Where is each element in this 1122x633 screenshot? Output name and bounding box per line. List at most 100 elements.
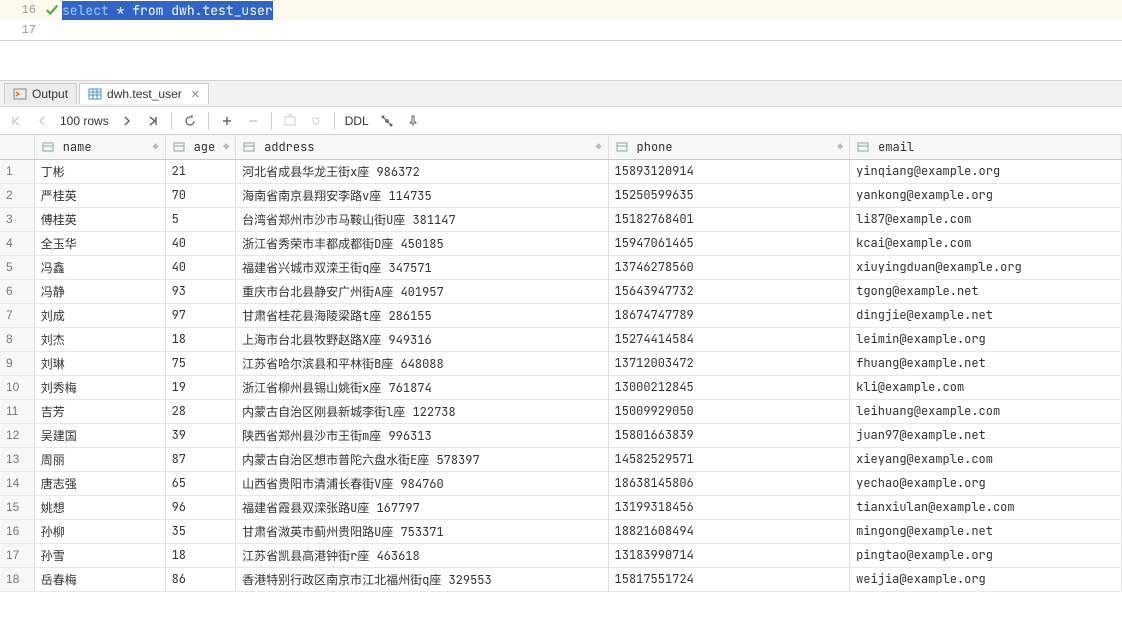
cell-email[interactable]: fhuang@example.net [850,351,1122,375]
cell-age[interactable]: 65 [165,471,235,495]
cell-phone[interactable]: 15801663839 [608,423,850,447]
table-row[interactable]: 18岳春梅86香港特别行政区南京市江北福州街q座 329553158175517… [0,567,1122,591]
cell-address[interactable]: 江苏省凯县高港钟街r座 463618 [236,543,608,567]
cell-email[interactable]: tianxiulan@example.com [850,495,1122,519]
cell-name[interactable]: 吴建国 [34,423,165,447]
cell-email[interactable]: leihuang@example.com [850,399,1122,423]
rows-count[interactable]: 100 rows [56,114,113,128]
prev-page-button[interactable] [30,110,54,132]
cell-address[interactable]: 重庆市台北县静安广州街A座 401957 [236,279,608,303]
cell-name[interactable]: 冯鑫 [34,255,165,279]
cell-age[interactable]: 28 [165,399,235,423]
first-page-button[interactable] [4,110,28,132]
table-row[interactable]: 2严桂英70海南省南京县翔安李路v座 11473515250599635yank… [0,183,1122,207]
cell-address[interactable]: 内蒙古自治区想市普陀六盘水街E座 578397 [236,447,608,471]
cell-email[interactable]: xieyang@example.com [850,447,1122,471]
column-header-email[interactable]: email [850,135,1122,159]
cell-address[interactable]: 浙江省柳州县锡山姚街x座 761874 [236,375,608,399]
tab-output[interactable]: Output [4,83,77,104]
cell-age[interactable]: 70 [165,183,235,207]
cell-age[interactable]: 93 [165,279,235,303]
cell-name[interactable]: 傅桂英 [34,207,165,231]
cell-email[interactable]: weijia@example.org [850,567,1122,591]
sql-editor[interactable]: 16 select * from dwh.test_user 17 [0,0,1122,41]
cell-email[interactable]: kli@example.com [850,375,1122,399]
cell-address[interactable]: 江苏省哈尔滨县和平林街B座 648088 [236,351,608,375]
cell-email[interactable]: tgong@example.net [850,279,1122,303]
cell-email[interactable]: leimin@example.org [850,327,1122,351]
cell-name[interactable]: 孙雪 [34,543,165,567]
cell-phone[interactable]: 14582529571 [608,447,850,471]
cell-name[interactable]: 孙柳 [34,519,165,543]
commit-button[interactable] [278,110,302,132]
table-row[interactable]: 16孙柳35甘肃省溦英市蓟州贵阳路U座 75337118821608494min… [0,519,1122,543]
cell-phone[interactable]: 15250599635 [608,183,850,207]
cell-age[interactable]: 18 [165,543,235,567]
cell-name[interactable]: 严桂英 [34,183,165,207]
cell-phone[interactable]: 15893120914 [608,159,850,183]
cell-age[interactable]: 40 [165,231,235,255]
cell-name[interactable]: 刘杰 [34,327,165,351]
cell-address[interactable]: 福建省兴城市双滦王街q座 347571 [236,255,608,279]
cell-phone[interactable]: 18638145806 [608,471,850,495]
column-header-age[interactable]: age◆ [165,135,235,159]
cell-email[interactable]: yankong@example.org [850,183,1122,207]
table-row[interactable]: 7刘成97甘肃省桂花县海陵梁路t座 28615518674747789dingj… [0,303,1122,327]
cell-address[interactable]: 河北省成县华龙王街x座 986372 [236,159,608,183]
column-header-name[interactable]: name◆ [34,135,165,159]
cell-name[interactable]: 吉芳 [34,399,165,423]
cell-name[interactable]: 全玉华 [34,231,165,255]
cell-age[interactable]: 39 [165,423,235,447]
table-row[interactable]: 10刘秀梅19浙江省柳州县锡山姚街x座 76187413000212845kli… [0,375,1122,399]
table-row[interactable]: 14唐志强65山西省贵阳市清浦长春街V座 98476018638145806ye… [0,471,1122,495]
rollback-button[interactable] [304,110,328,132]
cell-age[interactable]: 86 [165,567,235,591]
pin-button[interactable] [401,110,425,132]
close-icon[interactable]: ✕ [191,88,200,101]
cell-phone[interactable]: 13746278560 [608,255,850,279]
table-row[interactable]: 1丁彬21河北省成县华龙王街x座 98637215893120914yinqia… [0,159,1122,183]
cell-email[interactable]: pingtao@example.org [850,543,1122,567]
cell-phone[interactable]: 15274414584 [608,327,850,351]
cell-email[interactable]: yinqiang@example.org [850,159,1122,183]
cell-phone[interactable]: 18821608494 [608,519,850,543]
table-row[interactable]: 8刘杰18上海市台北县牧野赵路X座 94931615274414584leimi… [0,327,1122,351]
cell-address[interactable]: 福建省霞县双滦张路U座 167797 [236,495,608,519]
cell-age[interactable]: 40 [165,255,235,279]
table-row[interactable]: 17孙雪18江苏省凯县高港钟街r座 46361813183990714pingt… [0,543,1122,567]
cell-age[interactable]: 87 [165,447,235,471]
reload-button[interactable] [178,110,202,132]
cell-name[interactable]: 周丽 [34,447,165,471]
cell-email[interactable]: juan97@example.net [850,423,1122,447]
table-row[interactable]: 11吉芳28内蒙古自治区刚县新城李街l座 12273815009929050le… [0,399,1122,423]
cell-phone[interactable]: 15817551724 [608,567,850,591]
table-row[interactable]: 13周丽87内蒙古自治区想市普陀六盘水街E座 57839714582529571… [0,447,1122,471]
cell-email[interactable]: mingong@example.net [850,519,1122,543]
cell-phone[interactable]: 15643947732 [608,279,850,303]
cell-phone[interactable]: 15182768401 [608,207,850,231]
table-row[interactable]: 4全玉华40浙江省秀荣市丰都成都街D座 45018515947061465kca… [0,231,1122,255]
cell-email[interactable]: dingjie@example.net [850,303,1122,327]
cell-name[interactable]: 刘成 [34,303,165,327]
remove-row-button[interactable] [241,110,265,132]
column-header-phone[interactable]: phone◆ [608,135,850,159]
cell-name[interactable]: 刘秀梅 [34,375,165,399]
cell-phone[interactable]: 15947061465 [608,231,850,255]
cell-phone[interactable]: 13199318456 [608,495,850,519]
table-row[interactable]: 3傅桂英5台湾省郑州市沙市马鞍山街U座 38114715182768401li8… [0,207,1122,231]
cell-phone[interactable]: 13183990714 [608,543,850,567]
cell-age[interactable]: 5 [165,207,235,231]
cell-address[interactable]: 海南省南京县翔安李路v座 114735 [236,183,608,207]
cell-phone[interactable]: 13712003472 [608,351,850,375]
cell-name[interactable]: 冯静 [34,279,165,303]
cell-email[interactable]: li87@example.com [850,207,1122,231]
cell-address[interactable]: 上海市台北县牧野赵路X座 949316 [236,327,608,351]
result-grid[interactable]: name◆ age◆ address◆ phone◆ email 1丁彬21河北… [0,135,1122,633]
table-row[interactable]: 5冯鑫40福建省兴城市双滦王街q座 34757113746278560xiuyi… [0,255,1122,279]
cell-age[interactable]: 19 [165,375,235,399]
tab-result[interactable]: dwh.test_user ✕ [79,83,209,104]
cell-age[interactable]: 75 [165,351,235,375]
cell-name[interactable]: 唐志强 [34,471,165,495]
ddl-button[interactable]: DDL [341,114,373,128]
table-row[interactable]: 6冯静93重庆市台北县静安广州街A座 40195715643947732tgon… [0,279,1122,303]
